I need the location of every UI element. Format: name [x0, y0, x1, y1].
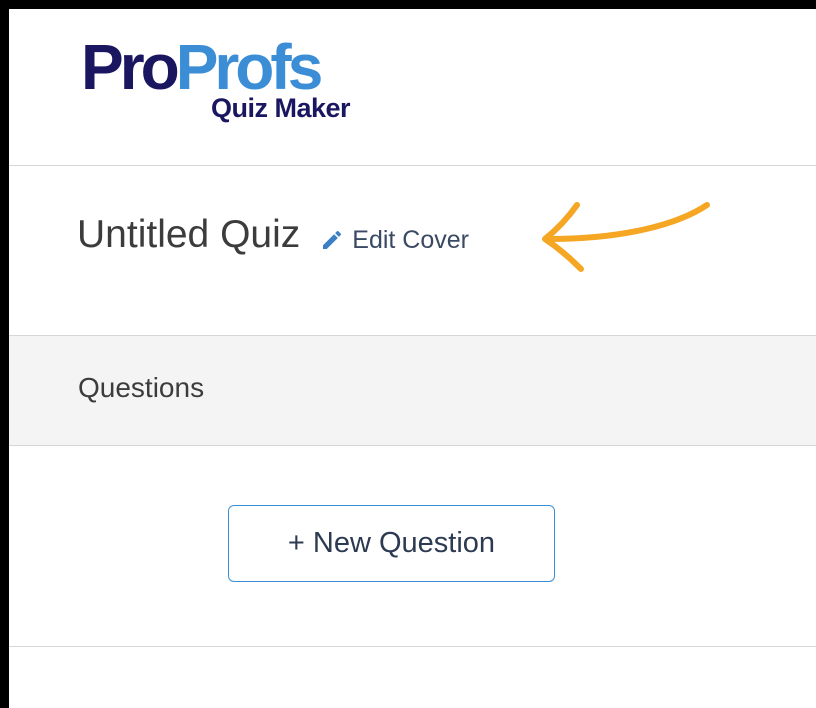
logo-pro: Pro — [81, 31, 180, 103]
bottom-divider — [9, 646, 816, 647]
app-window: ProProfs Quiz Maker Untitled Quiz Edit C… — [9, 9, 816, 708]
header-divider — [9, 165, 816, 166]
edit-cover-label: Edit Cover — [352, 225, 469, 254]
arrow-annotation-icon — [542, 202, 710, 272]
edit-cover-link[interactable]: Edit Cover — [320, 226, 469, 255]
questions-section-header: Questions — [9, 335, 816, 446]
new-question-label: + New Question — [287, 527, 496, 559]
quiz-title: Untitled Quiz — [77, 213, 301, 256]
quiz-title-row: Untitled Quiz Edit Cover — [77, 205, 469, 265]
pencil-icon — [323, 230, 342, 249]
logo-product-name: Quiz Maker — [211, 93, 351, 123]
questions-label: Questions — [78, 372, 205, 403]
new-question-button[interactable]: + New Question — [228, 505, 555, 582]
proprofs-logo[interactable]: ProProfs Quiz Maker — [81, 31, 381, 141]
